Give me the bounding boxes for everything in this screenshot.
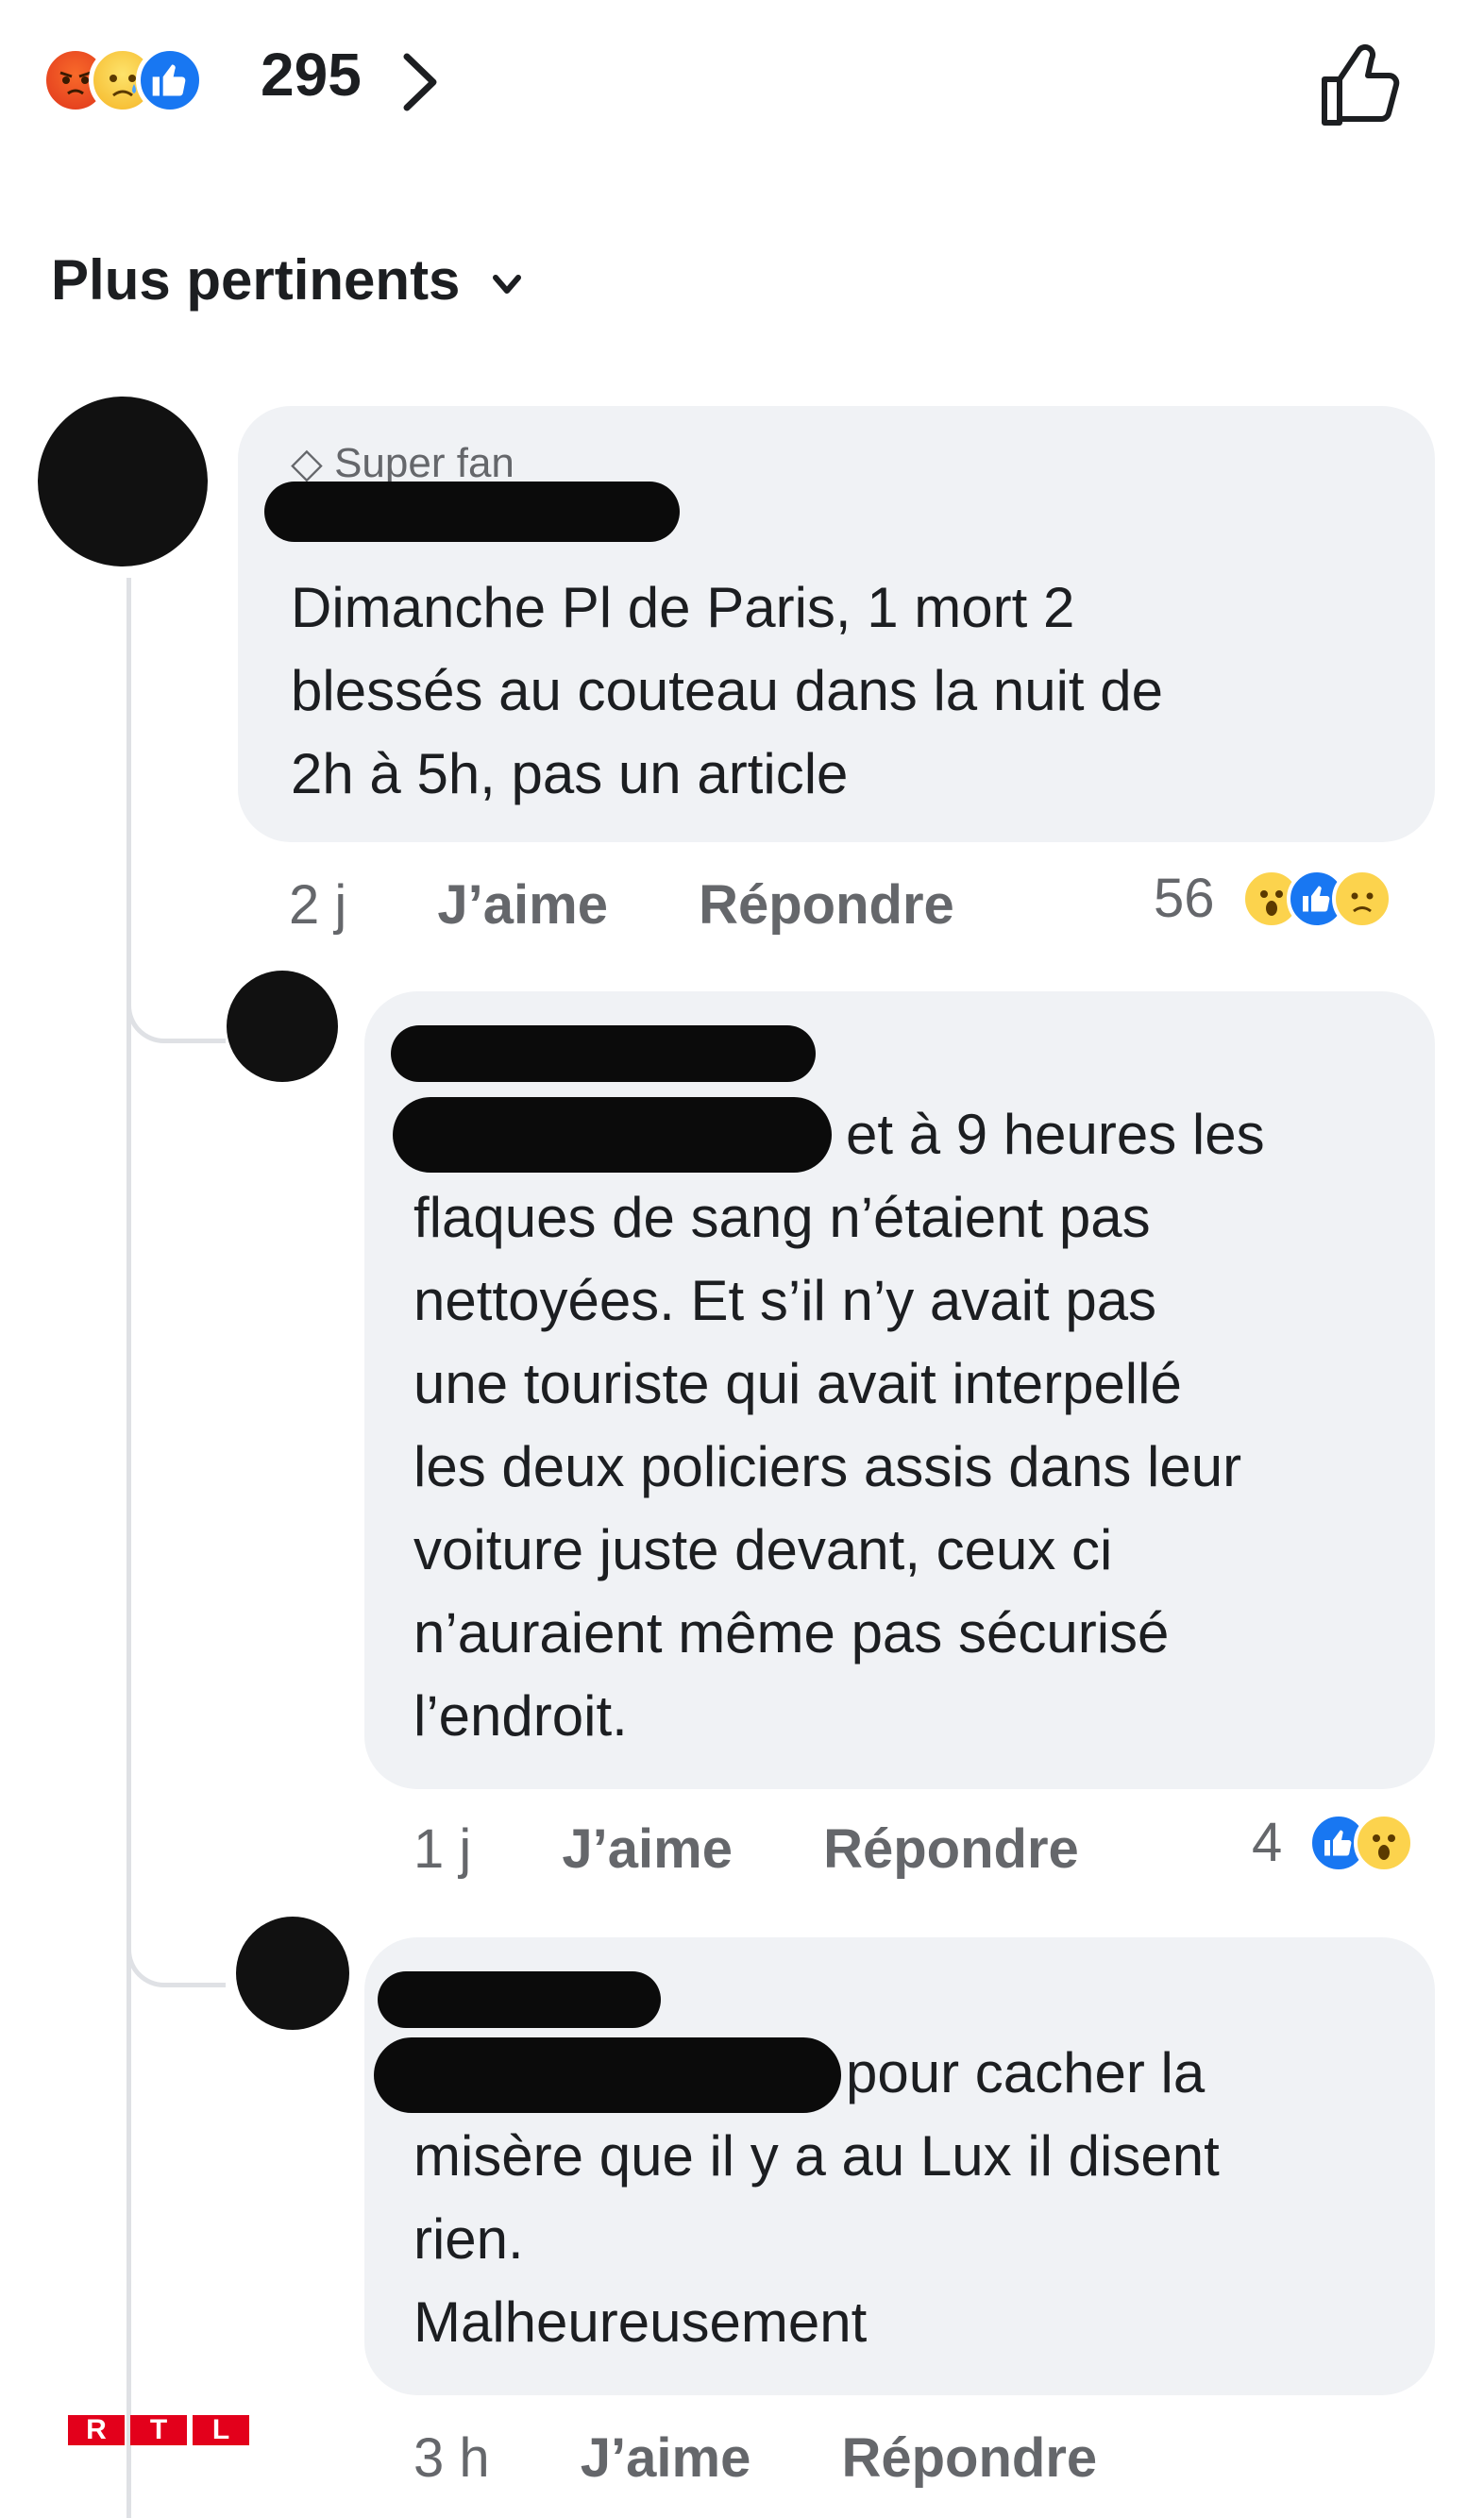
sort-dropdown-label[interactable]: Plus pertinents <box>51 247 460 313</box>
diamond-icon: ◇ <box>291 440 323 486</box>
like-reaction-icon <box>136 46 204 114</box>
wow-reaction-icon <box>1354 1812 1415 1873</box>
comment-text: flaques de sang n’étaient pas nettoyées.… <box>413 1186 1242 1748</box>
like-button[interactable]: J’aime <box>437 874 608 936</box>
reactions-header: 295 <box>0 0 1484 161</box>
redacted-mention <box>374 2037 841 2113</box>
comment-actions: 1 j J’aime Répondre <box>413 1817 1079 1881</box>
super-fan-badge: ◇ Super fan <box>291 440 514 486</box>
thread-connector <box>126 1888 226 1987</box>
comment-reactions[interactable]: 56 <box>1154 867 1392 930</box>
comment-bubble: et à 9 heures les flaques de sang n’étai… <box>364 991 1435 1789</box>
comment-text: pour cacher la <box>846 2041 1206 2104</box>
like-button[interactable]: J’aime <box>581 2427 751 2489</box>
reply-button[interactable]: Répondre <box>823 1818 1079 1880</box>
thread-line <box>126 578 131 2518</box>
comment-reactions[interactable]: 4 <box>1252 1811 1415 1874</box>
chevron-down-icon[interactable] <box>488 266 526 304</box>
avatar[interactable] <box>227 971 338 1082</box>
redacted-name <box>378 1971 661 2028</box>
sad-reaction-icon <box>1331 868 1392 929</box>
thumbs-up-outline-icon[interactable] <box>1315 38 1409 132</box>
reaction-count: 56 <box>1154 868 1215 929</box>
reply-button[interactable]: Répondre <box>699 874 954 936</box>
reaction-count[interactable]: 295 <box>261 40 362 110</box>
comment-bubble: pour cacher la misère que il y a au Lux … <box>364 1937 1435 2395</box>
avatar[interactable] <box>38 397 208 566</box>
reaction-count: 4 <box>1252 1812 1283 1873</box>
comment-actions: 2 j J’aime Répondre <box>289 873 954 937</box>
redacted-name <box>391 1025 816 1082</box>
comment-time[interactable]: 1 j <box>413 1818 471 1880</box>
comment-time[interactable]: 3 h <box>413 2427 490 2489</box>
comment-text: et à 9 heures les <box>846 1103 1265 1166</box>
redacted-mention <box>393 1097 832 1173</box>
comment-actions: 3 h J’aime Répondre <box>413 2426 1097 2490</box>
rtl-watermark-logo: R T L <box>68 2414 249 2445</box>
comment-text: Dimanche Pl de Paris, 1 mort 2 blessés a… <box>291 576 1163 805</box>
chevron-right-icon[interactable] <box>392 49 448 115</box>
comment-bubble: ◇ Super fan Dimanche Pl de Paris, 1 mort… <box>238 406 1435 842</box>
avatar[interactable] <box>236 1917 349 2030</box>
like-button[interactable]: J’aime <box>562 1818 733 1880</box>
reply-button[interactable]: Répondre <box>841 2427 1097 2489</box>
redacted-name <box>264 482 680 542</box>
thread-connector <box>126 944 226 1043</box>
reaction-summary[interactable] <box>42 42 204 118</box>
comment-time[interactable]: 2 j <box>289 874 346 936</box>
comment-text: misère que il y a au Lux il disent rien.… <box>413 2124 1220 2354</box>
